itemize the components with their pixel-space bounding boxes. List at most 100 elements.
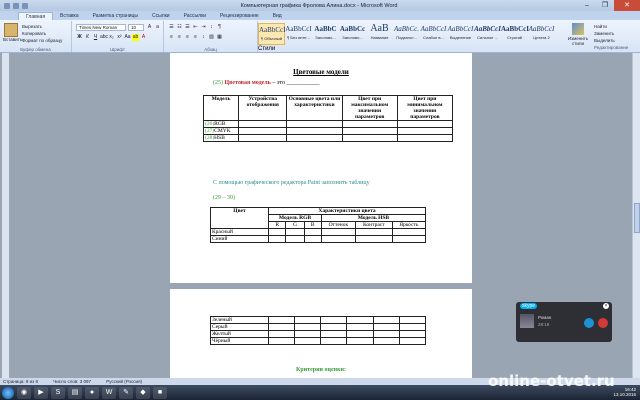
page-count[interactable]: Страница: 8 из 8 [3, 379, 38, 384]
strikethrough-icon[interactable]: abc [100, 34, 108, 41]
numbering-icon[interactable]: ☷ [176, 24, 183, 31]
decrease-indent-icon[interactable]: ⇤ [192, 24, 199, 31]
steam-icon[interactable]: ◉ [17, 386, 31, 399]
table-row: Синий [210, 235, 427, 243]
app-icon[interactable]: ◆ [136, 386, 150, 399]
underline-icon[interactable]: Ч [92, 34, 99, 41]
grow-font-icon[interactable]: A [146, 24, 153, 31]
show-marks-icon[interactable]: ¶ [216, 24, 223, 31]
word-icon[interactable]: W [102, 386, 116, 399]
format-painter-button[interactable]: Формат по образцу [22, 37, 62, 44]
style-normal[interactable]: AaBbCcI ¶ Обычный [258, 23, 285, 45]
app-icon-2[interactable]: ■ [153, 386, 167, 399]
change-case-icon[interactable]: Aa [124, 34, 131, 41]
increase-indent-icon[interactable]: ⇥ [200, 24, 207, 31]
tab-review[interactable]: Рецензирование [213, 12, 266, 20]
style-title[interactable]: AaB Название [366, 23, 393, 45]
save-icon[interactable] [13, 2, 19, 9]
document-page-2[interactable]: Зеленый Серый Желтый Чёрный Критерии оце… [170, 289, 472, 378]
align-center-icon[interactable]: ≡ [176, 34, 183, 41]
explorer-icon[interactable]: ▤ [68, 386, 82, 399]
superscript-icon[interactable]: x² [116, 34, 123, 41]
paint-icon[interactable]: ✎ [119, 386, 133, 399]
skype-call-widget[interactable]: skype × Роман 28:19 [516, 302, 612, 342]
subscript-icon[interactable]: x₂ [108, 34, 115, 41]
italic-icon[interactable]: К [84, 34, 91, 41]
call-timer: 28:19 [538, 322, 550, 327]
style-subtitle[interactable]: AaBbCc. Подзагол... [393, 23, 420, 45]
close-icon[interactable]: × [603, 303, 609, 309]
ribbon: Вставить Вырезать Копировать Формат по о… [0, 20, 640, 53]
maximize-button[interactable]: ❐ [596, 0, 614, 11]
paste-button[interactable]: Вставить [3, 23, 22, 43]
tab-mailings[interactable]: Рассылки [177, 12, 213, 20]
minimize-button[interactable]: – [578, 0, 596, 11]
table-row: Желтый [210, 330, 427, 338]
style-no-spacing[interactable]: AaBbCcI ¶ Без инте... [285, 23, 312, 45]
tab-view[interactable]: Вид [266, 12, 289, 20]
quick-access-toolbar [0, 2, 60, 9]
skype-icon[interactable]: S [51, 386, 65, 399]
copy-button[interactable]: Копировать [22, 30, 62, 37]
sort-icon[interactable]: ↕ [208, 24, 215, 31]
style-intense-emphasis[interactable]: AaBbCcI Сильное ... [474, 23, 501, 45]
clock[interactable]: 16:42 13.10.2016 [613, 387, 636, 397]
close-button[interactable]: ✕ [614, 0, 640, 11]
document-page[interactable]: Цветовые модели (25) Цветовая модель – э… [170, 53, 472, 283]
align-left-icon[interactable]: ≡ [168, 34, 175, 41]
media-icon[interactable]: ▶ [34, 386, 48, 399]
tab-home[interactable]: Главная [18, 12, 54, 20]
ribbon-tabs: Главная Вставка Разметка страницы Ссылки… [0, 11, 640, 20]
tab-page-layout[interactable]: Разметка страницы [86, 12, 145, 20]
table-row: Серый [210, 323, 427, 331]
undo-icon[interactable] [22, 2, 28, 9]
page-title: Цветовые модели [293, 68, 349, 76]
select-button[interactable]: Выделить [594, 37, 628, 44]
window-title: Компьютерная графика Фролова Алина.docx … [240, 2, 398, 9]
table-row: Красный [210, 228, 427, 236]
language[interactable]: Русский (Россия) [106, 379, 142, 384]
vertical-ruler [2, 53, 9, 378]
font-size-input[interactable]: 10 [128, 24, 144, 31]
font-name-input[interactable]: Times New Roman [76, 24, 126, 31]
style-emphasis[interactable]: AaBbCcI Выделение [447, 23, 474, 45]
scrollbar-thumb[interactable] [634, 203, 640, 233]
replace-button[interactable]: Заменить [594, 30, 628, 37]
find-button[interactable]: Найти [594, 23, 628, 30]
multilevel-list-icon[interactable]: ☰ [184, 24, 191, 31]
color-models-table: Модель Устройства отображения Основные ц… [202, 95, 454, 142]
color-characteristics-table-cont: Зеленый Серый Желтый Чёрный [210, 316, 427, 345]
change-styles-button[interactable]: Изменить стили [564, 23, 592, 46]
word-count[interactable]: Число слов: 3 097 [53, 379, 91, 384]
hang-up-icon[interactable] [598, 318, 608, 328]
style-heading-1[interactable]: AaBbC Заголово... [312, 23, 339, 45]
caller-name: Роман [538, 315, 552, 320]
shading-icon[interactable]: ▨ [208, 34, 215, 41]
style-subtle-emphasis[interactable]: AaBbCcI Слабое в... [420, 23, 447, 45]
bold-icon[interactable]: Ж [76, 34, 83, 41]
tab-references[interactable]: Ссылки [145, 12, 177, 20]
cut-button[interactable]: Вырезать [22, 23, 62, 30]
office-button-icon[interactable] [4, 2, 10, 9]
align-right-icon[interactable]: ≡ [184, 34, 191, 41]
line-spacing-icon[interactable]: ↕ [200, 34, 207, 41]
start-button[interactable] [2, 386, 14, 399]
font-group: Times New Roman 10 A a Ж К Ч abc x₂ x² A… [72, 21, 164, 52]
table-row: Зеленый [210, 316, 427, 324]
table-row: (27)CMYK [202, 127, 454, 135]
paragraph-group: ☰ ☷ ☰ ⇤ ⇥ ↕ ¶ ≡ ≡ ≡ ≡ ↕ ▨ ▦ Абзац [164, 21, 258, 52]
style-strong[interactable]: AaBbCcI Строгий [501, 23, 529, 45]
borders-icon[interactable]: ▦ [216, 34, 223, 41]
chrome-icon[interactable]: ● [85, 386, 99, 399]
editing-group: Найти Заменить Выделить Редактирование [594, 23, 629, 50]
bullets-icon[interactable]: ☰ [168, 24, 175, 31]
shrink-font-icon[interactable]: a [154, 24, 161, 31]
microphone-icon[interactable] [584, 318, 594, 328]
highlight-icon[interactable]: ab [132, 34, 139, 41]
style-heading-2[interactable]: AaBbCc Заголово... [339, 23, 366, 45]
font-color-icon[interactable]: A [140, 34, 147, 41]
tab-insert[interactable]: Вставка [53, 12, 86, 20]
style-quote-2[interactable]: AaBbCcI Цитата 2 [528, 23, 555, 45]
vertical-scrollbar[interactable] [632, 53, 640, 378]
justify-icon[interactable]: ≡ [192, 34, 199, 41]
